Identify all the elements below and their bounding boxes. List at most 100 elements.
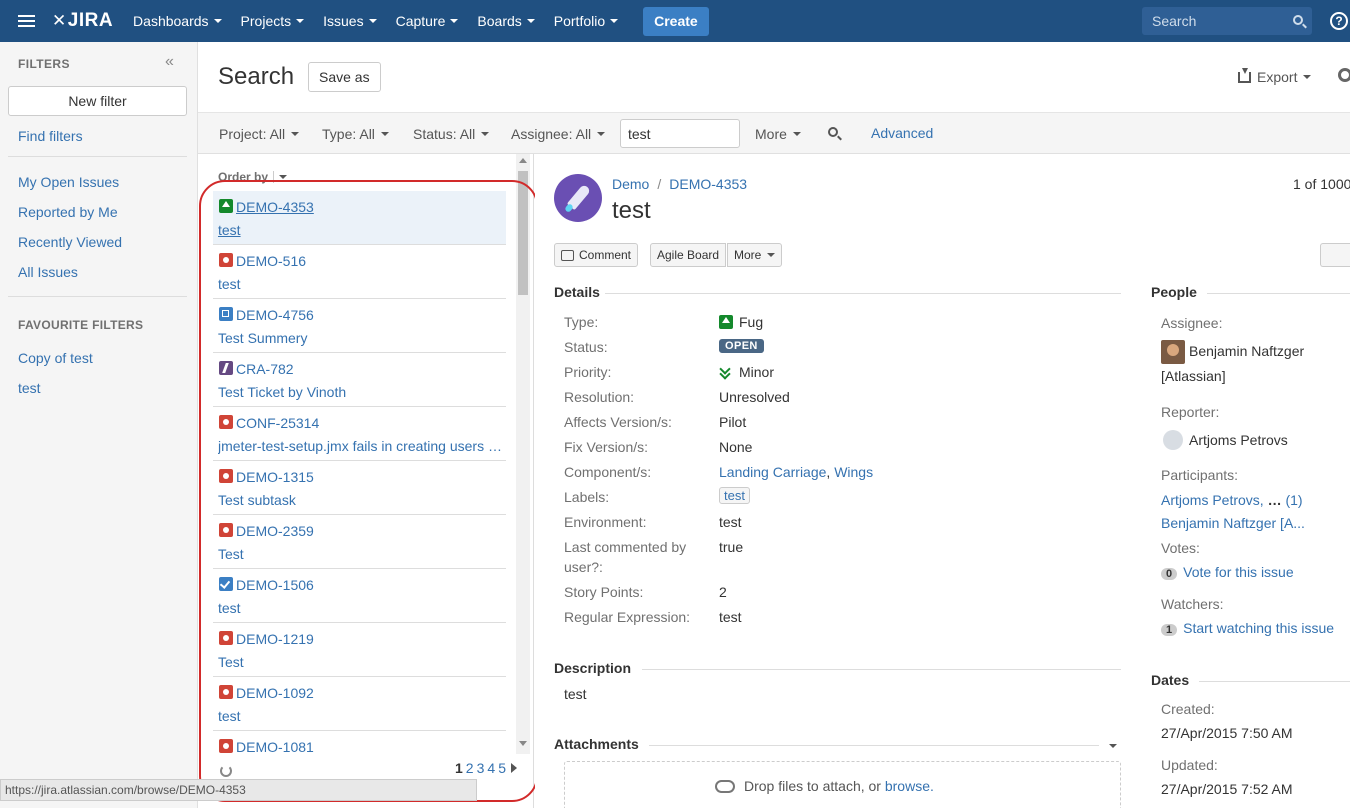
issue-row[interactable]: DEMO-2359 Test <box>213 515 506 569</box>
assignee-name[interactable]: Benjamin Naftzger <box>1189 343 1304 359</box>
page-5[interactable]: 5 <box>498 760 506 776</box>
filter-my-open-issues[interactable]: My Open Issues <box>18 174 119 190</box>
breadcrumb-issue-key[interactable]: DEMO-4353 <box>669 176 747 192</box>
issue-row[interactable]: DEMO-1219 Test <box>213 623 506 677</box>
filter-all-issues[interactable]: All Issues <box>18 264 78 280</box>
issue-summary[interactable]: test <box>218 708 503 724</box>
refresh-icon[interactable] <box>220 765 232 777</box>
nav-issues[interactable]: Issues <box>323 13 377 29</box>
agile-board-button[interactable]: Agile Board <box>650 243 727 267</box>
issue-row[interactable]: DEMO-1506 test <box>213 569 506 623</box>
page-3[interactable]: 3 <box>477 760 485 776</box>
participants-list: Artjoms Petrovs, … (1) <box>1161 492 1303 508</box>
gear-icon[interactable] <box>1338 68 1350 82</box>
participant-link[interactable]: Benjamin Naftzger [A... <box>1161 515 1305 531</box>
component-link[interactable]: Landing Carriage <box>719 464 826 480</box>
help-icon[interactable]: ? <box>1330 12 1348 30</box>
more-criteria-button[interactable]: More <box>755 126 801 142</box>
participant-link[interactable]: Artjoms Petrovs, <box>1161 492 1264 508</box>
vote-link[interactable]: Vote for this issue <box>1183 564 1294 580</box>
updated-label: Updated: <box>1161 757 1218 773</box>
issue-row[interactable]: DEMO-1081 <box>213 731 506 755</box>
menu-icon[interactable] <box>0 0 52 42</box>
nav-portfolio[interactable]: Portfolio <box>554 13 619 29</box>
breadcrumb-project[interactable]: Demo <box>612 176 649 192</box>
issue-key[interactable]: DEMO-1506 <box>236 577 314 593</box>
component-link[interactable]: Wings <box>834 464 873 480</box>
issue-summary[interactable]: Test <box>218 654 503 670</box>
collapse-sidebar-icon[interactable]: « <box>165 53 174 71</box>
issue-row[interactable]: DEMO-516 test <box>213 245 506 299</box>
create-button[interactable]: Create <box>643 6 709 36</box>
issue-key[interactable]: CRA-782 <box>236 361 294 377</box>
issue-row[interactable]: CRA-782 Test Ticket by Vinoth <box>213 353 506 407</box>
issue-summary[interactable]: jmeter-test-setup.jmx fails in creating … <box>218 438 503 454</box>
issue-summary[interactable]: Test subtask <box>218 492 503 508</box>
issue-row[interactable]: DEMO-1315 Test subtask <box>213 461 506 515</box>
type-filter[interactable]: Type: All <box>322 126 389 142</box>
issue-summary[interactable]: Test Ticket by Vinoth <box>218 384 503 400</box>
page-4[interactable]: 4 <box>487 760 495 776</box>
project-avatar[interactable] <box>554 174 602 222</box>
issue-row[interactable]: CONF-25314 jmeter-test-setup.jmx fails i… <box>213 407 506 461</box>
issue-key[interactable]: DEMO-1315 <box>236 469 314 485</box>
export-issue-button[interactable] <box>1320 243 1350 267</box>
nav-capture[interactable]: Capture <box>396 13 459 29</box>
find-filters-link[interactable]: Find filters <box>18 128 83 144</box>
next-page-icon[interactable] <box>510 763 517 773</box>
issue-key[interactable]: DEMO-2359 <box>236 523 314 539</box>
chevron-down-icon[interactable] <box>1109 744 1117 748</box>
nav-projects[interactable]: Projects <box>241 13 305 29</box>
global-search-input[interactable] <box>1142 13 1282 29</box>
issue-title[interactable]: test <box>612 197 651 225</box>
issue-key[interactable]: DEMO-4756 <box>236 307 314 323</box>
comment-button[interactable]: Comment <box>554 243 639 267</box>
save-as-button[interactable]: Save as <box>308 62 381 92</box>
issue-key[interactable]: DEMO-516 <box>236 253 306 269</box>
new-filter-button[interactable]: New filter <box>8 86 187 116</box>
issue-key[interactable]: DEMO-1219 <box>236 631 314 647</box>
issue-key[interactable]: CONF-25314 <box>236 415 319 431</box>
issue-row[interactable]: DEMO-4353 test <box>213 191 506 245</box>
watch-link[interactable]: Start watching this issue <box>1183 620 1334 636</box>
search-icon[interactable] <box>1293 15 1303 25</box>
issue-key[interactable]: DEMO-1081 <box>236 739 314 755</box>
search-icon[interactable] <box>828 127 838 137</box>
scroll-up-arrow-icon[interactable] <box>519 158 527 163</box>
more-actions-button[interactable]: More <box>727 243 783 267</box>
label-tag[interactable]: test <box>719 487 750 504</box>
nav-boards[interactable]: Boards <box>477 13 535 29</box>
issue-summary[interactable]: test <box>218 276 503 292</box>
participants-more[interactable]: (1) <box>1285 492 1302 508</box>
favourite-filter-test[interactable]: test <box>18 380 41 396</box>
export-button[interactable]: Export <box>1238 67 1312 85</box>
improvement-type-icon <box>719 315 733 329</box>
attachment-dropzone[interactable]: Drop files to attach, or browse. <box>564 761 1121 808</box>
issue-key[interactable]: DEMO-1092 <box>236 685 314 701</box>
description-text[interactable]: test <box>564 686 587 702</box>
reporter-name[interactable]: Artjoms Petrovs <box>1189 432 1288 448</box>
order-by-control[interactable]: Order by <box>218 170 288 184</box>
improvement-type-icon <box>219 199 233 213</box>
issue-row[interactable]: DEMO-1092 test <box>213 677 506 731</box>
advanced-search-link[interactable]: Advanced <box>871 125 933 141</box>
assignee-filter[interactable]: Assignee: All <box>511 126 606 142</box>
nav-dashboards[interactable]: Dashboards <box>133 13 222 29</box>
scroll-down-arrow-icon[interactable] <box>519 741 527 746</box>
issue-summary[interactable]: Test <box>218 546 503 562</box>
issue-summary[interactable]: test <box>218 222 503 238</box>
issue-summary[interactable]: Test Summery <box>218 330 503 346</box>
filter-recently-viewed[interactable]: Recently Viewed <box>18 234 122 250</box>
page-2[interactable]: 2 <box>466 760 474 776</box>
issue-key[interactable]: DEMO-4353 <box>236 199 314 215</box>
favourite-filter-copy-of-test[interactable]: Copy of test <box>18 350 93 366</box>
text-search-input[interactable] <box>620 119 740 148</box>
browse-link[interactable]: browse. <box>885 778 934 794</box>
jira-logo[interactable]: ✕ JIRA <box>52 10 113 32</box>
status-filter[interactable]: Status: All <box>413 126 490 142</box>
project-filter[interactable]: Project: All <box>219 126 300 142</box>
filter-reported-by-me[interactable]: Reported by Me <box>18 204 118 220</box>
issue-row[interactable]: DEMO-4756 Test Summery <box>213 299 506 353</box>
scrollbar-thumb[interactable] <box>518 171 528 295</box>
issue-summary[interactable]: test <box>218 600 503 616</box>
